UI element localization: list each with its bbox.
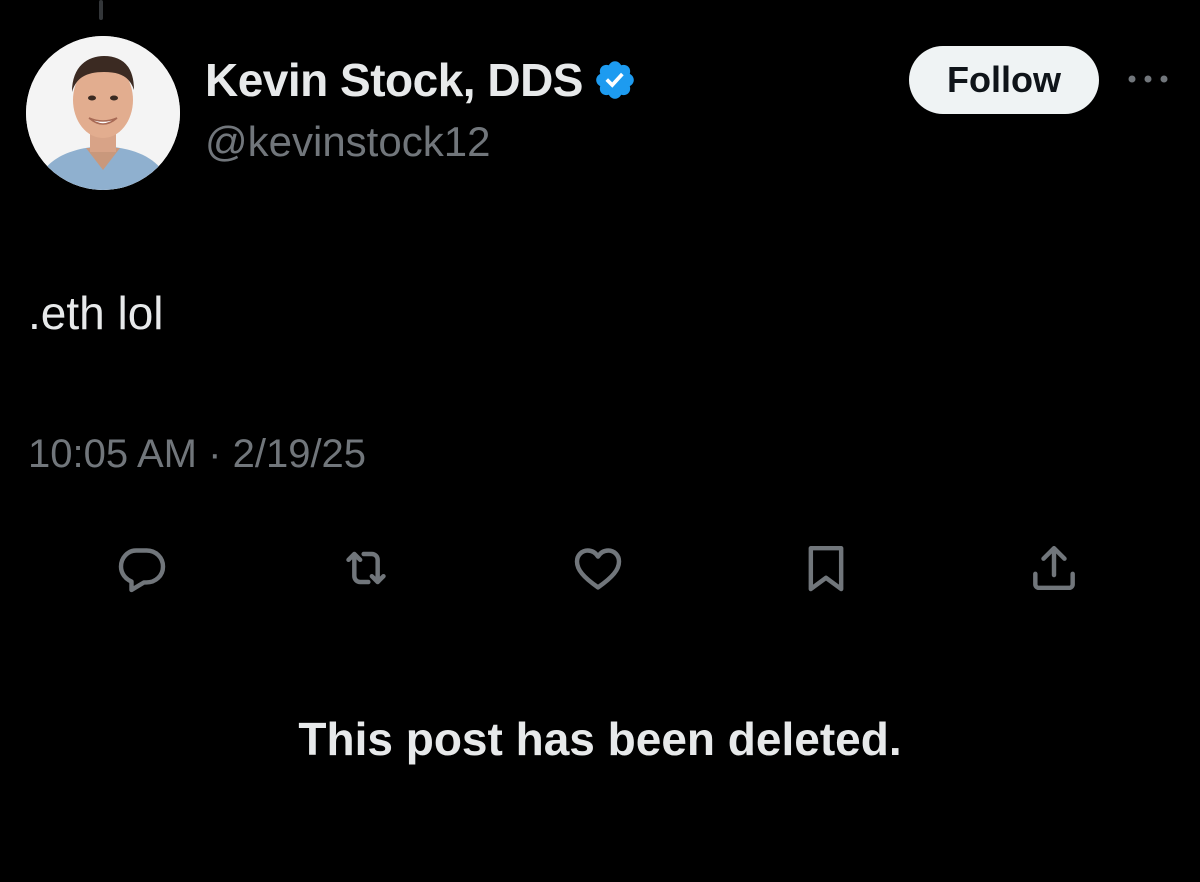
share-icon <box>1033 545 1075 591</box>
reply-icon <box>118 548 166 593</box>
share-button[interactable] <box>1022 536 1086 600</box>
deleted-post-notice: This post has been deleted. <box>298 713 902 765</box>
action-bar <box>0 536 1200 600</box>
post-timestamp: 10:05 AM · 2/19/25 <box>28 432 366 477</box>
avatar[interactable] <box>26 36 180 190</box>
post-text: .eth lol <box>28 287 164 339</box>
heart-icon <box>574 548 622 590</box>
repost-icon <box>346 551 386 585</box>
post-time[interactable]: 10:05 AM <box>28 432 197 476</box>
more-horizontal-icon[interactable] <box>1126 64 1170 94</box>
post-date[interactable]: 2/19/25 <box>233 432 366 476</box>
repost-button[interactable] <box>334 536 398 600</box>
author-handle[interactable]: @kevinstock12 <box>205 118 490 166</box>
thread-connector-line <box>99 0 103 20</box>
bookmark-icon <box>808 545 844 592</box>
verified-badge-icon[interactable] <box>593 58 637 102</box>
author-name-row: Kevin Stock, DDS <box>205 52 637 108</box>
timestamp-separator: · <box>208 432 222 476</box>
like-button[interactable] <box>566 536 630 600</box>
follow-button[interactable]: Follow <box>909 46 1099 114</box>
bookmark-button[interactable] <box>794 536 858 600</box>
avatar-image <box>26 36 180 190</box>
author-display-name[interactable]: Kevin Stock, DDS <box>205 53 584 107</box>
reply-button[interactable] <box>110 536 174 600</box>
